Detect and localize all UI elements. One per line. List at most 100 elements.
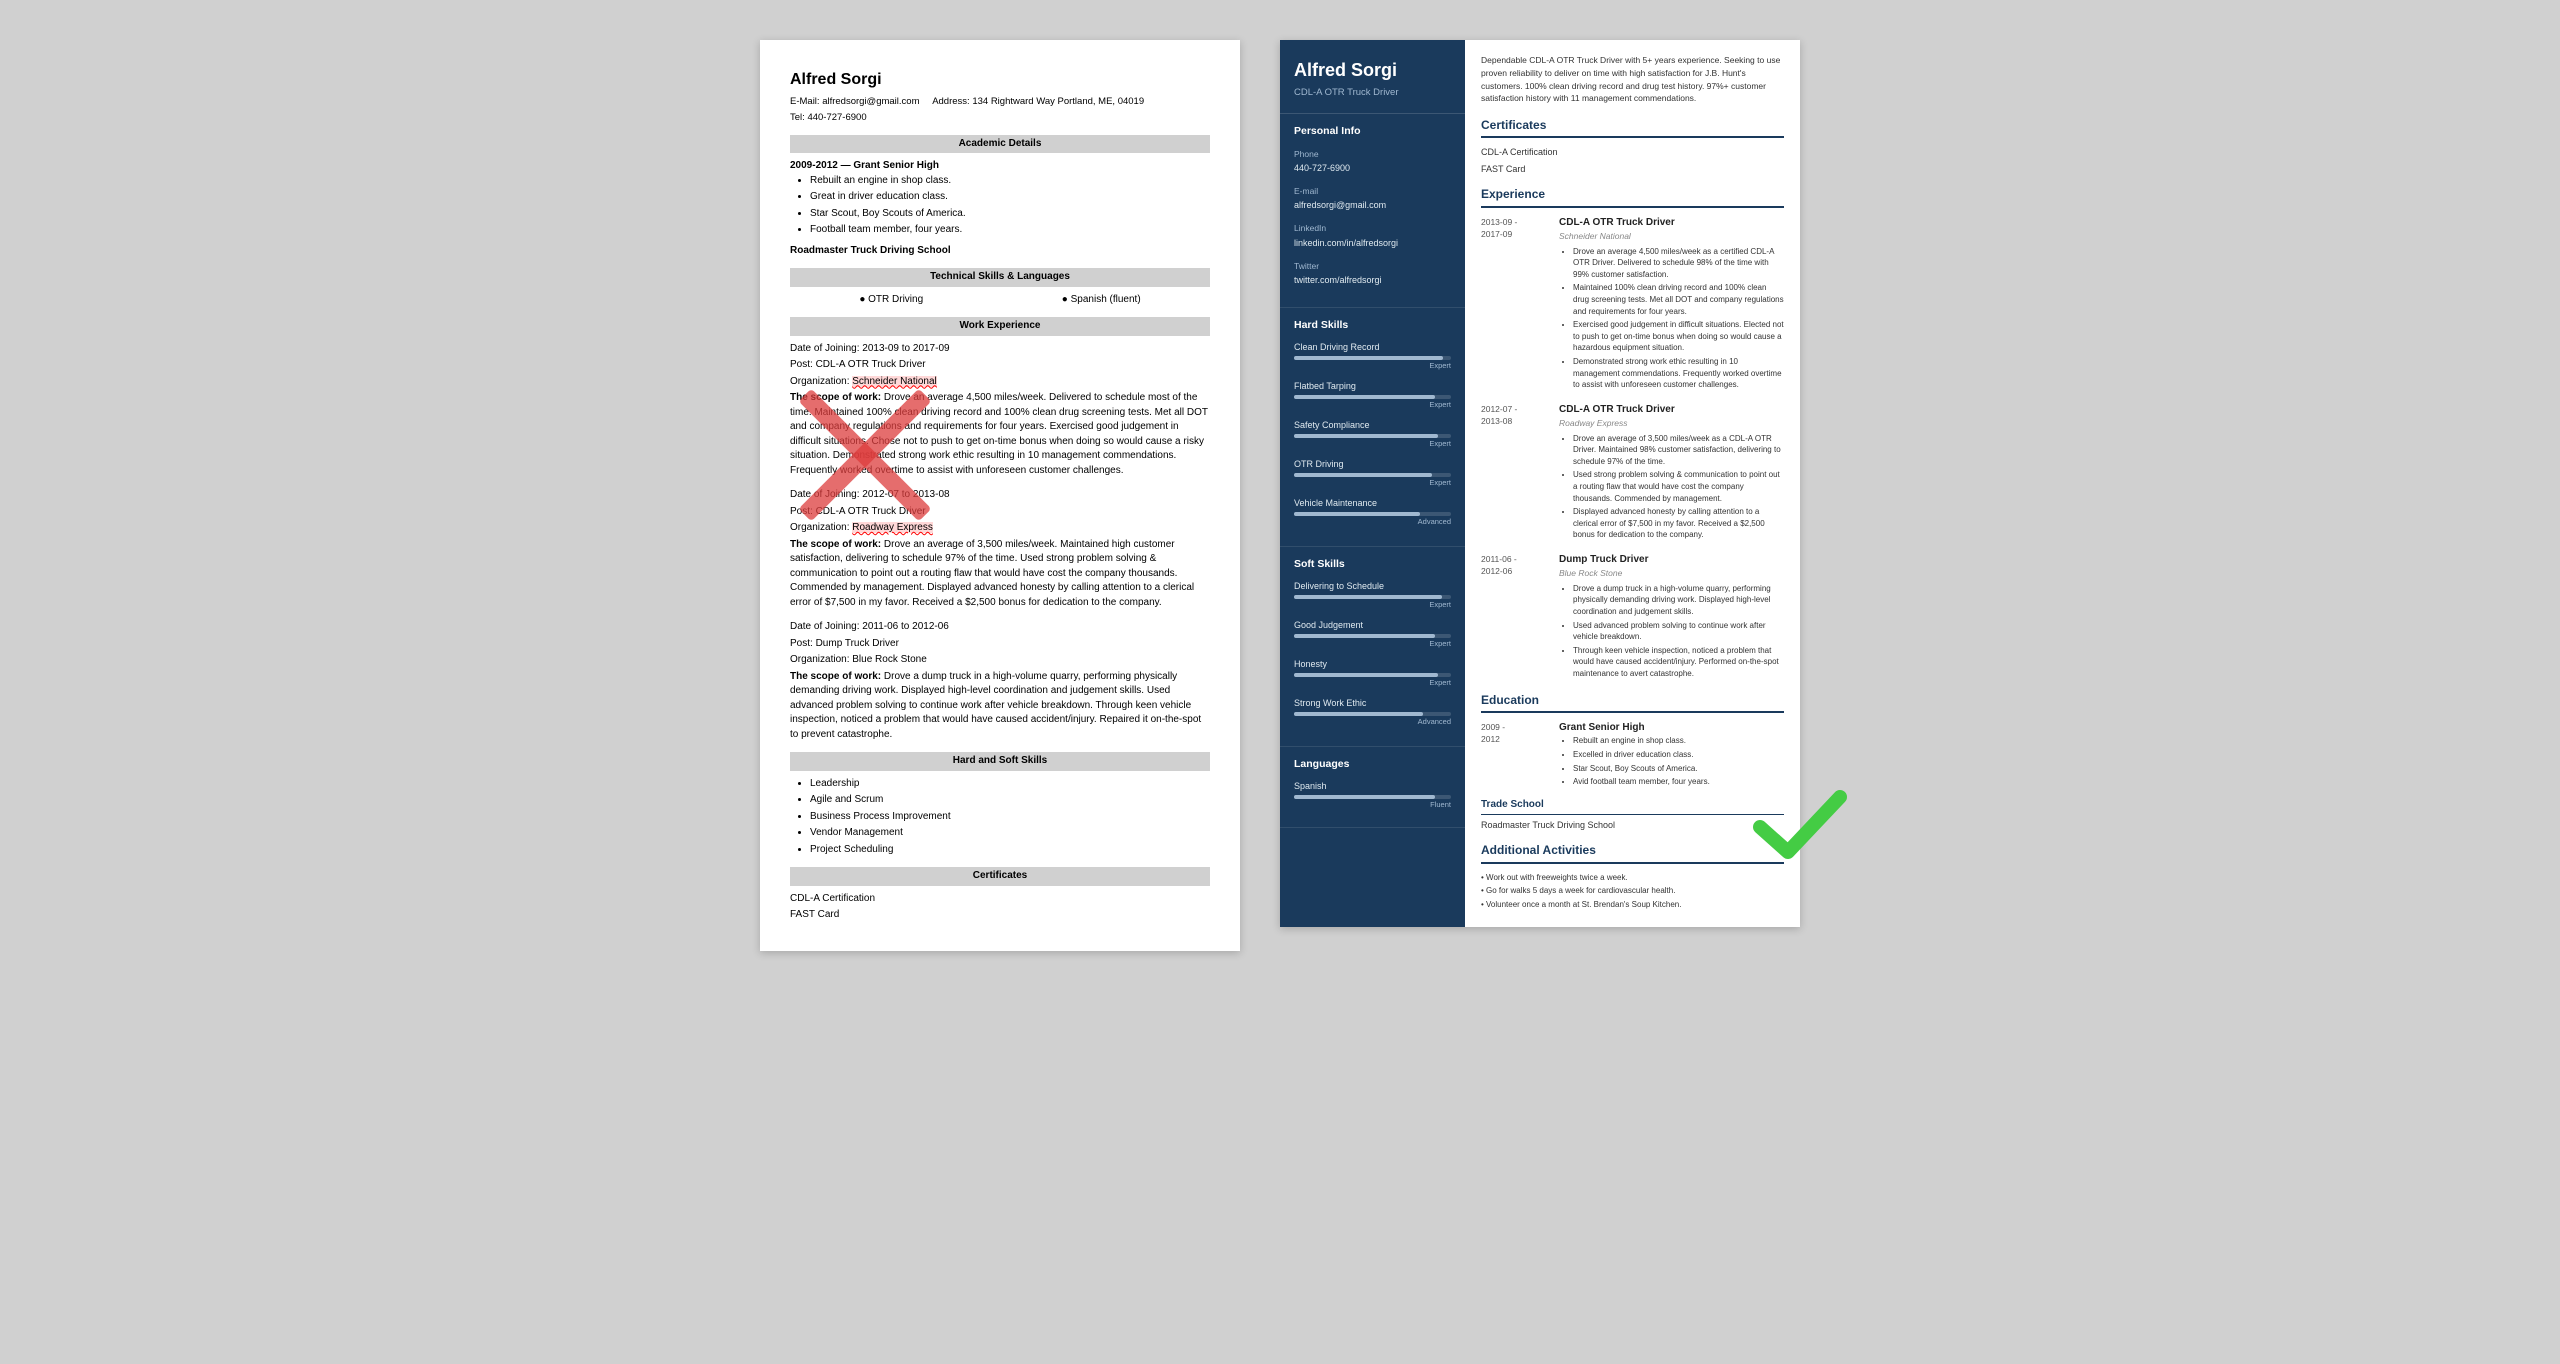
exp-bullet-1-2: Maintained 100% clean driving record and…: [1573, 282, 1784, 317]
skill-name-flatbed: Flatbed Tarping: [1294, 380, 1451, 393]
exp-company-2: Roadway Express: [1559, 417, 1784, 429]
twitter-item: Twitter twitter.com/alfredsorgi: [1294, 260, 1451, 287]
work-scope-1: The scope of work: Drove an average 4,50…: [790, 391, 1210, 478]
trade-school-name: Roadmaster Truck Driving School: [1481, 819, 1784, 832]
hard-skill-clean-driving: Clean Driving Record Expert: [1294, 341, 1451, 372]
hard-skill-5: Project Scheduling: [810, 843, 1210, 858]
email-item: E-mail alfredsorgi@gmail.com: [1294, 185, 1451, 212]
additional-section-title: Additional Activities: [1481, 842, 1784, 863]
exp-company-1: Schneider National: [1559, 230, 1784, 242]
exp-details-1: CDL-A OTR Truck Driver Schneider Nationa…: [1559, 216, 1784, 393]
soft-skills-section: Soft Skills Delivering to Schedule Exper…: [1280, 547, 1465, 747]
exp-bullet-2-3: Displayed advanced honesty by calling at…: [1573, 506, 1784, 541]
phone-value: 440-727-6900: [1294, 162, 1451, 175]
soft-skill-honesty: Honesty Expert: [1294, 658, 1451, 689]
exp-entry-2: 2012-07 -2013-08 CDL-A OTR Truck Driver …: [1481, 403, 1784, 543]
skill-level-delivering: Expert: [1294, 600, 1451, 611]
left-tel-line: Tel: 440-727-6900: [790, 111, 1210, 125]
personal-info-title: Personal Info: [1294, 124, 1451, 139]
edu-details-1: Grant Senior High Rebuilt an engine in s…: [1559, 721, 1784, 790]
lang-level-spanish: Fluent: [1294, 800, 1451, 811]
skill-name-safety: Safety Compliance: [1294, 419, 1451, 432]
soft-skill-work-ethic: Strong Work Ethic Advanced: [1294, 697, 1451, 728]
lang-name-spanish: Spanish: [1294, 780, 1451, 793]
academic-section-header: Academic Details: [790, 135, 1210, 154]
academic-bullet-4: Football team member, four years.: [810, 223, 1210, 238]
cert-item-right-1: CDL-A Certification: [1481, 146, 1784, 159]
email-label-right: E-mail: [1294, 185, 1451, 197]
left-name: Alfred Sorgi: [790, 68, 1210, 91]
work-date-3: Date of Joining: 2011-06 to 2012-06: [790, 620, 1210, 635]
technical-section-header: Technical Skills & Languages: [790, 268, 1210, 287]
hard-skill-4: Vendor Management: [810, 826, 1210, 841]
skill-name-clean-driving: Clean Driving Record: [1294, 341, 1451, 354]
left-resume: Alfred Sorgi E-Mail: alfredsorgi@gmail.c…: [760, 40, 1240, 951]
work-entry-1: Date of Joining: 2013-09 to 2017-09 Post…: [790, 342, 1210, 479]
work-date-2: Date of Joining: 2012-07 to 2013-08: [790, 488, 1210, 503]
skill-name-judgement: Good Judgement: [1294, 619, 1451, 632]
skill-name-work-ethic: Strong Work Ethic: [1294, 697, 1451, 710]
cert-item-left-1: CDL-A Certification: [790, 892, 1210, 907]
linkedin-label: LinkedIn: [1294, 222, 1451, 234]
exp-title-3: Dump Truck Driver: [1559, 553, 1784, 568]
hard-skill-flatbed: Flatbed Tarping Expert: [1294, 380, 1451, 411]
email-value: alfredsorgi@gmail.com: [822, 96, 919, 107]
work-post-3: Post: Dump Truck Driver: [790, 637, 1210, 652]
exp-entry-1: 2013-09 -2017-09 CDL-A OTR Truck Driver …: [1481, 216, 1784, 393]
academic-years-school: 2009-2012 — Grant Senior High: [790, 160, 939, 171]
hard-soft-skills-list: Leadership Agile and Scrum Business Proc…: [810, 777, 1210, 858]
right-title: CDL-A OTR Truck Driver: [1294, 86, 1451, 100]
address-label: Address:: [932, 96, 970, 107]
skill-level-vehicle: Advanced: [1294, 517, 1451, 528]
tel-value: 440-727-6900: [807, 112, 866, 123]
work-entry-3: Date of Joining: 2011-06 to 2012-06 Post…: [790, 620, 1210, 742]
soft-skill-judgement: Good Judgement Expert: [1294, 619, 1451, 650]
work-post-1: Post: CDL-A OTR Truck Driver: [790, 358, 1210, 373]
exp-details-2: CDL-A OTR Truck Driver Roadway Express D…: [1559, 403, 1784, 543]
exp-section-title: Experience: [1481, 186, 1784, 207]
work-org-1: Organization: Schneider National: [790, 375, 1210, 390]
add-act-2: • Go for walks 5 days a week for cardiov…: [1481, 885, 1784, 897]
skill-level-flatbed: Expert: [1294, 400, 1451, 411]
main-content: Dependable CDL-A OTR Truck Driver with 5…: [1465, 40, 1800, 927]
exp-company-3: Blue Rock Stone: [1559, 567, 1784, 579]
soft-skills-title: Soft Skills: [1294, 557, 1451, 572]
hard-skill-otr: OTR Driving Expert: [1294, 458, 1451, 489]
work-scope-3: The scope of work: Drove a dump truck in…: [790, 670, 1210, 743]
skill-level-safety: Expert: [1294, 439, 1451, 450]
sidebar-header: Alfred Sorgi CDL-A OTR Truck Driver: [1280, 40, 1465, 114]
academic-entry: 2009-2012 — Grant Senior High Rebuilt an…: [790, 159, 1210, 238]
work-org-2: Organization: Roadway Express: [790, 521, 1210, 536]
hard-skill-2: Agile and Scrum: [810, 793, 1210, 808]
edu-bullet-2: Excelled in driver education class.: [1573, 749, 1784, 761]
exp-dates-2: 2012-07 -2013-08: [1481, 403, 1551, 428]
skill-level-otr: Expert: [1294, 478, 1451, 489]
add-act-3: • Volunteer once a month at St. Brendan'…: [1481, 899, 1784, 911]
work-entry-2: Date of Joining: 2012-07 to 2013-08 Post…: [790, 488, 1210, 610]
exp-entry-3: 2011-06 -2012-06 Dump Truck Driver Blue …: [1481, 553, 1784, 682]
hard-skills-section: Hard Skills Clean Driving Record Expert …: [1280, 308, 1465, 547]
driving-school-left: Roadmaster Truck Driving School: [790, 244, 1210, 259]
skill-level-judgement: Expert: [1294, 639, 1451, 650]
exp-title-2: CDL-A OTR Truck Driver: [1559, 403, 1784, 418]
twitter-value: twitter.com/alfredsorgi: [1294, 274, 1451, 287]
phone-item: Phone 440-727-6900: [1294, 148, 1451, 175]
work-post-2: Post: CDL-A OTR Truck Driver: [790, 505, 1210, 520]
edu-entry-1: 2009 -2012 Grant Senior High Rebuilt an …: [1481, 721, 1784, 790]
skills-row: ● OTR Driving ● Spanish (fluent): [790, 293, 1210, 308]
work-section-header: Work Experience: [790, 317, 1210, 336]
exp-dates-1: 2013-09 -2017-09: [1481, 216, 1551, 241]
skill-name-vehicle: Vehicle Maintenance: [1294, 497, 1451, 510]
academic-bullets: Rebuilt an engine in shop class. Great i…: [810, 174, 1210, 238]
edu-dates-1: 2009 -2012: [1481, 721, 1551, 790]
skill-level-clean-driving: Expert: [1294, 361, 1451, 372]
edu-section-title: Education: [1481, 692, 1784, 713]
exp-bullet-1-1: Drove an average 4,500 miles/week as a c…: [1573, 246, 1784, 281]
edu-bullet-1: Rebuilt an engine in shop class.: [1573, 735, 1784, 747]
exp-bullet-3-1: Drove a dump truck in a high-volume quar…: [1573, 583, 1784, 618]
exp-title-1: CDL-A OTR Truck Driver: [1559, 216, 1784, 231]
right-name: Alfred Sorgi: [1294, 60, 1451, 82]
academic-bullet-3: Star Scout, Boy Scouts of America.: [810, 207, 1210, 222]
exp-bullet-1-4: Demonstrated strong work ethic resulting…: [1573, 356, 1784, 391]
hard-skills-title: Hard Skills: [1294, 318, 1451, 333]
